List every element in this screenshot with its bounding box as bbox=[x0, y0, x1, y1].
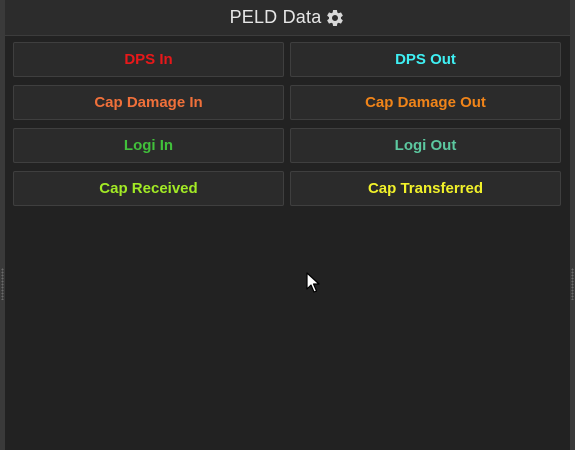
cap-transferred-button[interactable]: Cap Transferred bbox=[290, 171, 561, 206]
cap-received-button[interactable]: Cap Received bbox=[13, 171, 284, 206]
dps-out-button[interactable]: DPS Out bbox=[290, 42, 561, 77]
logi-in-button[interactable]: Logi In bbox=[13, 128, 284, 163]
gear-icon[interactable] bbox=[325, 8, 345, 28]
button-grid: DPS In DPS Out Cap Damage In Cap Damage … bbox=[13, 42, 561, 206]
cap-damage-out-button[interactable]: Cap Damage Out bbox=[290, 85, 561, 120]
left-resize-handle[interactable] bbox=[1, 268, 4, 300]
mouse-cursor-icon bbox=[306, 272, 320, 293]
cap-damage-in-button[interactable]: Cap Damage In bbox=[13, 85, 284, 120]
peld-window: PELD Data DPS In DPS Out Cap Damage In C… bbox=[0, 0, 575, 450]
title-bar[interactable]: PELD Data bbox=[5, 0, 570, 36]
dps-in-button[interactable]: DPS In bbox=[13, 42, 284, 77]
right-resize-handle[interactable] bbox=[571, 268, 574, 300]
logi-out-button[interactable]: Logi Out bbox=[290, 128, 561, 163]
window-title: PELD Data bbox=[229, 7, 322, 27]
